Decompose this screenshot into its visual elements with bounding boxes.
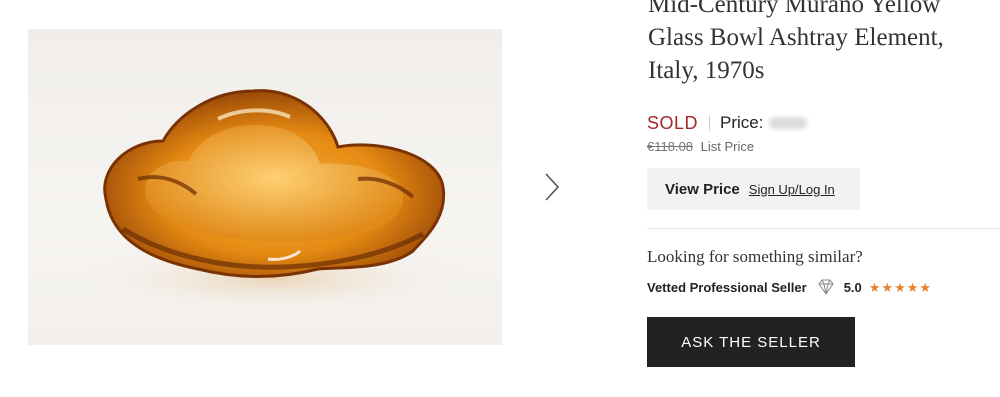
next-image-button[interactable] <box>540 170 564 204</box>
list-price: €118.08 List Price <box>647 139 754 154</box>
star-icon: ★ <box>894 279 906 295</box>
vetted-seller-badge[interactable]: Vetted Professional Seller <box>647 280 807 295</box>
star-icon: ★ <box>919 279 932 295</box>
seller-rating: 5.0 <box>843 279 862 295</box>
sold-status: SOLD <box>647 112 699 133</box>
rating-stars: ★ ★ ★ ★ ★ <box>869 281 931 294</box>
ask-seller-button[interactable]: ASK THE SELLER <box>647 317 855 367</box>
view-price-box: View Price Sign Up/Log In <box>647 168 860 210</box>
view-price-label: View Price <box>665 180 740 198</box>
price-label: Price: <box>720 113 764 132</box>
list-price-label: List Price <box>700 139 755 154</box>
product-title: Mid-Century Murano Yellow Glass Bowl Ash… <box>648 0 944 84</box>
hidden-price <box>768 117 807 129</box>
price-separator <box>709 115 711 131</box>
star-icon: ★ <box>881 279 894 295</box>
chevron-right-icon <box>545 173 560 201</box>
glass-bowl-illustration <box>73 89 473 314</box>
signup-login-link[interactable]: Sign Up/Log In <box>749 182 835 197</box>
diamond-icon <box>818 279 834 295</box>
similar-prompt: Looking for something similar? <box>647 247 863 266</box>
star-icon: ★ <box>906 279 919 295</box>
list-price-value: €118.08 <box>647 139 694 154</box>
product-image[interactable] <box>28 29 502 345</box>
star-icon: ★ <box>868 279 881 295</box>
price-status-line: SOLD Price: <box>647 111 807 135</box>
section-divider <box>647 228 1000 229</box>
seller-info: Vetted Professional Seller 5.0 ★ ★ ★ ★ ★ <box>647 277 931 297</box>
